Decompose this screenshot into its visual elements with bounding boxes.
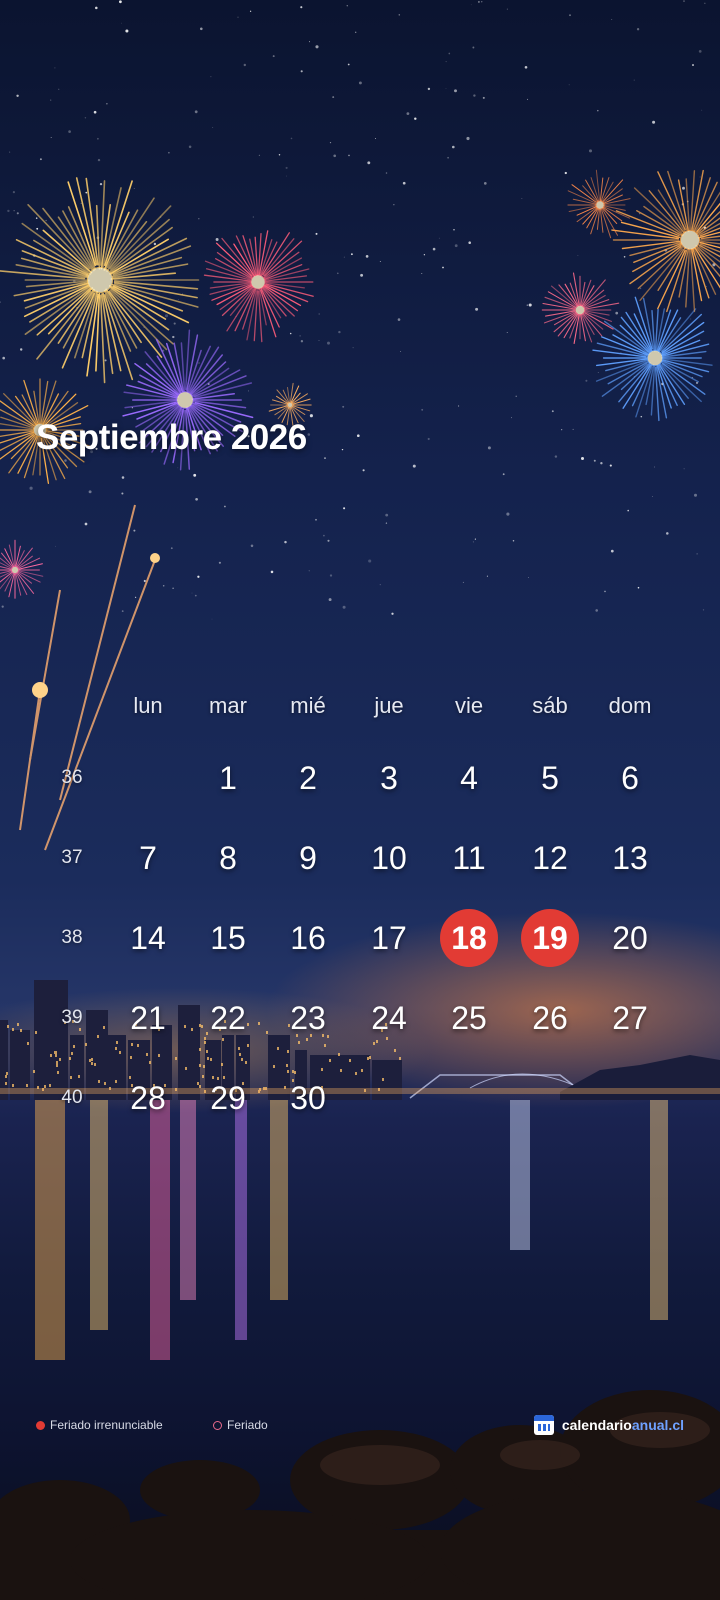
- weekday-header: lun: [133, 693, 163, 718]
- day-cell[interactable]: 22: [199, 989, 257, 1047]
- day-cell[interactable]: 8: [199, 829, 257, 887]
- calendar-icon: [533, 1415, 554, 1435]
- day-cell[interactable]: 15: [199, 909, 257, 967]
- week-number: 40: [61, 1087, 83, 1108]
- day-cell[interactable]: 9: [279, 829, 337, 887]
- day-cell[interactable]: 2: [279, 749, 337, 807]
- day-cell[interactable]: 24: [360, 989, 418, 1047]
- week-number: 39: [61, 1007, 83, 1028]
- red-dot-icon: [36, 1420, 45, 1430]
- weekday-header: dom: [608, 693, 652, 718]
- day-cell[interactable]: 14: [119, 909, 177, 967]
- week-number: 37: [61, 847, 83, 868]
- legend-feriado: Feriado: [213, 1418, 268, 1432]
- day-cell-holiday[interactable]: 18: [440, 909, 498, 967]
- weekday-header: sáb: [532, 693, 568, 718]
- day-cell[interactable]: 13: [601, 829, 659, 887]
- legend-feriado-label: Feriado: [227, 1418, 268, 1432]
- day-cell[interactable]: 1: [199, 749, 257, 807]
- rocks-foreground: [0, 1390, 720, 1600]
- day-cell[interactable]: 30: [279, 1069, 337, 1127]
- weekday-header: mar: [209, 693, 247, 718]
- day-cell[interactable]: 3: [360, 749, 418, 807]
- brand-logo[interactable]: calendario anual.cl: [533, 1415, 684, 1435]
- legend-irrenunciable: Feriado irrenunciable: [36, 1418, 163, 1432]
- day-cell[interactable]: 21: [119, 989, 177, 1047]
- ring-dot-icon: [213, 1420, 222, 1430]
- weekday-header: mié: [290, 693, 326, 718]
- day-cell-holiday[interactable]: 19: [521, 909, 579, 967]
- day-cell[interactable]: 12: [521, 829, 579, 887]
- month-title: Septiembre 2026: [36, 418, 307, 457]
- day-cell[interactable]: 27: [601, 989, 659, 1047]
- brand-name-part1: calendario: [561, 1417, 632, 1433]
- day-cell[interactable]: 11: [440, 829, 498, 887]
- day-cell[interactable]: 29: [199, 1069, 257, 1127]
- day-cell[interactable]: 25: [440, 989, 498, 1047]
- day-cell[interactable]: 16: [279, 909, 337, 967]
- day-cell[interactable]: 6: [601, 749, 659, 807]
- day-cell[interactable]: 26: [521, 989, 579, 1047]
- week-number: 36: [61, 767, 83, 788]
- day-cell[interactable]: 7: [119, 829, 177, 887]
- legend-irrenunciable-label: Feriado irrenunciable: [50, 1418, 163, 1432]
- weekday-header: vie: [454, 693, 484, 718]
- day-cell[interactable]: 23: [279, 989, 337, 1047]
- day-cell[interactable]: 28: [119, 1069, 177, 1127]
- day-cell[interactable]: 10: [360, 829, 418, 887]
- fireworks: [0, 169, 720, 599]
- weekday-header: jue: [374, 693, 404, 718]
- week-number: 38: [61, 927, 83, 948]
- water-reflection: [35, 1100, 668, 1360]
- day-cell[interactable]: 17: [360, 909, 418, 967]
- day-cell[interactable]: 4: [440, 749, 498, 807]
- day-cell[interactable]: 5: [521, 749, 579, 807]
- day-cell[interactable]: 20: [601, 909, 659, 967]
- brand-name-part2: anual.cl: [631, 1417, 684, 1433]
